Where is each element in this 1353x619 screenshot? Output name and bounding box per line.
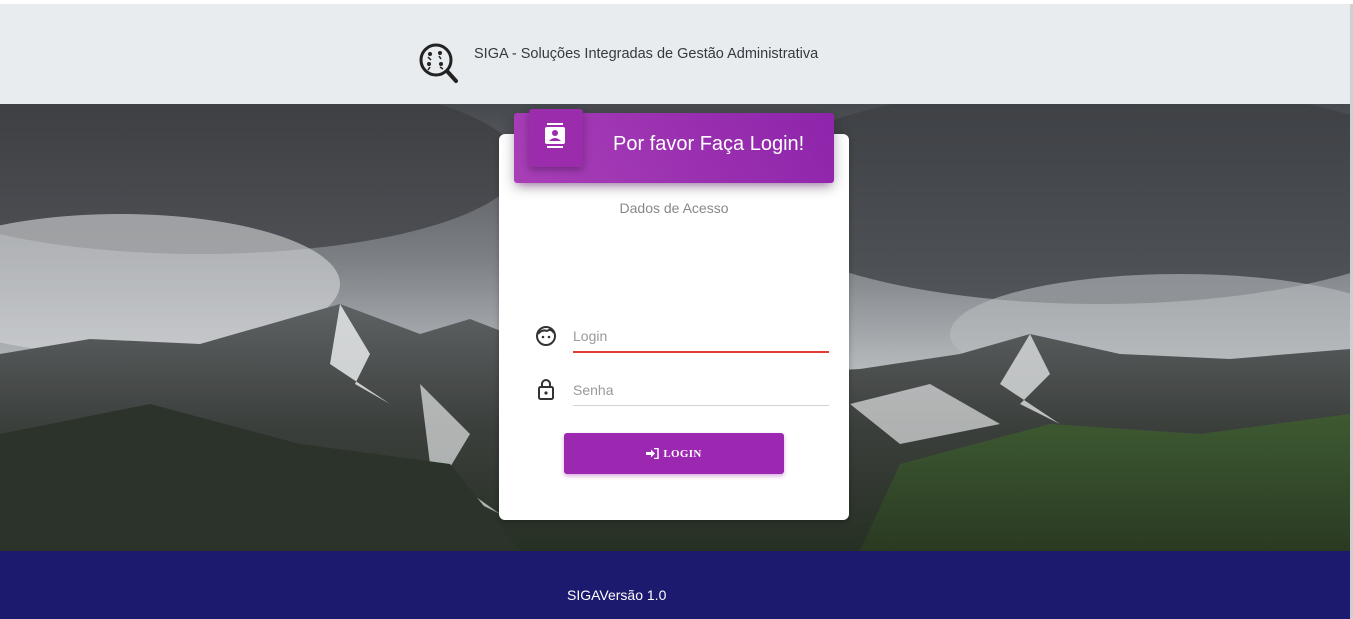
footer-version-text: SIGAVersão 1.0: [567, 587, 667, 603]
lock-icon: [538, 379, 554, 400]
face-icon: [536, 326, 556, 346]
password-input[interactable]: [573, 375, 829, 405]
login-input-underline: [573, 351, 829, 353]
site-header: SIGA - Soluções Integradas de Gestão Adm…: [0, 4, 1350, 104]
login-card-title: Por favor Faça Login!: [613, 133, 805, 155]
sign-in-icon: [646, 448, 660, 459]
site-brand-title: SIGA - Soluções Integradas de Gestão Adm…: [474, 46, 819, 62]
login-card-subtitle: Dados de Acesso: [619, 200, 729, 216]
site-footer: SIGAVersão 1.0: [0, 551, 1350, 619]
magnifier-logo-icon: [419, 43, 458, 83]
login-input[interactable]: [573, 321, 829, 351]
contact-book-icon: [545, 123, 565, 148]
password-input-underline: [573, 405, 829, 406]
login-button[interactable]: LOGIN: [564, 433, 784, 474]
login-button-label: LOGIN: [663, 447, 702, 460]
